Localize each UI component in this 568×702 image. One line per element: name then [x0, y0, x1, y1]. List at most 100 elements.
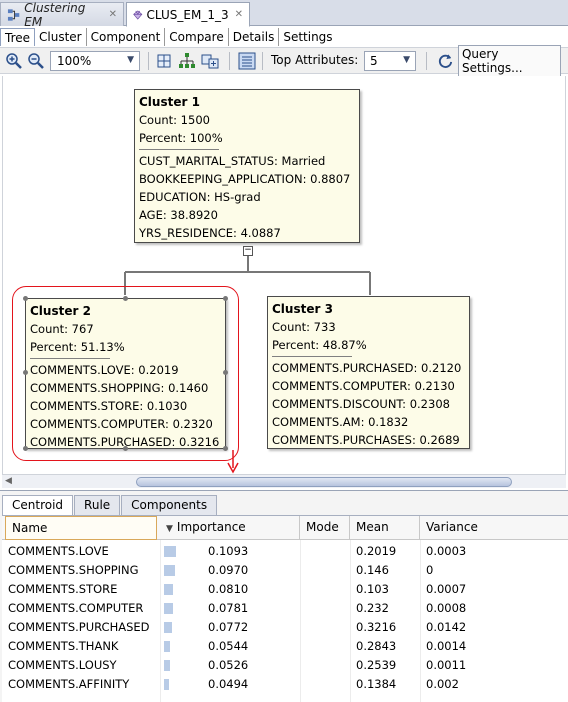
expand-nodes-icon[interactable] — [201, 52, 219, 70]
cell-name: COMMENTS.PURCHASED — [8, 620, 150, 634]
cell-mean: 0.2843 — [356, 639, 397, 653]
table-row[interactable]: COMMENTS.AFFINITY 0.0494 0.1384 0.002 — [2, 675, 568, 694]
tab-component[interactable]: Component — [87, 28, 166, 46]
resize-handle[interactable] — [23, 370, 28, 375]
resize-handle[interactable] — [223, 370, 228, 375]
cell-mean: 0.103 — [356, 582, 389, 596]
cell-variance: 0.0011 — [426, 658, 467, 672]
cell-importance: 0.0970 — [208, 563, 249, 577]
close-icon[interactable]: ✕ — [109, 9, 117, 20]
tab-tree[interactable]: Tree — [0, 28, 36, 46]
diamond-icon — [133, 9, 143, 20]
cell-mean: 0.1384 — [356, 677, 397, 691]
cluster-node-2[interactable]: Cluster 2 Count: 767 Percent: 51.13% COM… — [25, 298, 226, 449]
node-title: Cluster 2 — [30, 304, 91, 318]
cell-mode — [300, 599, 350, 618]
toolbar-divider — [229, 52, 230, 70]
table-row[interactable]: COMMENTS.THANK 0.0544 0.2843 0.0014 — [2, 637, 568, 656]
chevron-down-icon: ▼ — [403, 55, 410, 65]
doc-tab-label: Clustering EM — [24, 0, 86, 29]
layout-tree-icon[interactable] — [178, 52, 196, 70]
horizontal-scrollbar[interactable]: ◀ — [2, 474, 566, 488]
node-divider — [139, 149, 219, 150]
cell-mean: 0.2539 — [356, 658, 397, 672]
doc-tab-clustering-em[interactable]: Clustering EM ✕ — [0, 0, 124, 29]
node-divider — [272, 356, 352, 357]
cell-name: COMMENTS.SHOPPING — [8, 563, 139, 577]
node-percent: Percent: 51.13% — [30, 340, 125, 354]
table-row[interactable]: COMMENTS.STORE 0.0810 0.103 0.0007 — [2, 580, 568, 599]
toolbar: 100% ▼ Top Attributes: 5 ▼ Query Setting… — [0, 45, 568, 77]
scrollbar-thumb[interactable] — [136, 477, 512, 487]
close-icon[interactable]: ✕ — [235, 9, 243, 20]
cell-mean: 0.3216 — [356, 620, 397, 634]
cell-importance: 0.0781 — [208, 601, 249, 615]
table-row[interactable]: COMMENTS.PURCHASED 0.0772 0.3216 0.0142 — [2, 618, 568, 637]
column-header-variance[interactable]: Variance — [420, 516, 568, 540]
column-header-mode[interactable]: Mode — [300, 516, 350, 540]
column-header-name[interactable]: Name — [5, 516, 157, 540]
table-row[interactable]: COMMENTS.COMPUTER 0.0781 0.232 0.0008 — [2, 599, 568, 618]
zoom-in-icon[interactable] — [5, 52, 23, 70]
node-title: Cluster 3 — [272, 302, 333, 316]
document-tab-bar: Clustering EM ✕ CLUS_EM_1_3 ✕ — [0, 0, 568, 29]
cell-variance: 0.0014 — [426, 639, 467, 653]
centroid-grid: Name ▼ Importance Mode Mean Variance COMM… — [2, 515, 568, 702]
tab-details[interactable]: Details — [229, 28, 280, 46]
node-divider — [30, 358, 110, 359]
show-details-icon[interactable] — [238, 52, 256, 70]
cell-variance: 0.0007 — [426, 582, 467, 596]
cell-importance: 0.0494 — [208, 677, 249, 691]
resize-handle[interactable] — [23, 446, 28, 451]
cell-importance: 0.0544 — [208, 639, 249, 653]
tab-centroid[interactable]: Centroid — [2, 495, 74, 515]
scroll-left-icon[interactable]: ◀ — [5, 476, 12, 486]
tab-compare[interactable]: Compare — [165, 28, 229, 46]
doc-tab-label: CLUS_EM_1_3 — [146, 7, 229, 22]
node-title: Cluster 1 — [139, 95, 200, 109]
detail-tab-bar: Centroid Rule Components — [2, 495, 218, 515]
resize-handle[interactable] — [123, 296, 128, 301]
column-header-mean[interactable]: Mean — [350, 516, 420, 540]
tree-canvas[interactable]: Cluster 1 Count: 1500 Percent: 100% CUST… — [2, 76, 566, 474]
collapse-toggle[interactable]: − — [243, 246, 253, 256]
node-attribute: COMMENTS.COMPUTER: 0.2320 — [30, 417, 213, 431]
cluster-node-3[interactable]: Cluster 3 Count: 733 Percent: 48.87% COM… — [267, 296, 470, 449]
table-row[interactable]: COMMENTS.SHOPPING 0.0970 0.146 0 — [2, 561, 568, 580]
cluster-node-1[interactable]: Cluster 1 Count: 1500 Percent: 100% CUST… — [134, 89, 360, 243]
cell-name: COMMENTS.STORE — [8, 582, 118, 596]
annotation-arrow — [227, 450, 239, 474]
cell-mode — [300, 542, 350, 561]
doc-tab-clus-em[interactable]: CLUS_EM_1_3 ✕ — [126, 2, 250, 27]
node-attribute: COMMENTS.LOVE: 0.2019 — [30, 363, 179, 377]
node-attribute: COMMENTS.COMPUTER: 0.2130 — [272, 379, 455, 393]
zoom-dropdown[interactable]: 100% ▼ — [50, 51, 140, 71]
zoom-out-icon[interactable] — [27, 52, 45, 70]
cell-name: COMMENTS.LOUSY — [8, 658, 117, 672]
zoom-value: 100% — [57, 54, 92, 68]
top-attributes-dropdown[interactable]: 5 ▼ — [364, 51, 416, 71]
column-header-importance[interactable]: ▼ Importance — [160, 516, 300, 540]
node-attribute: CUST_MARITAL_STATUS: Married — [139, 154, 326, 168]
cell-variance: 0.0142 — [426, 620, 467, 634]
query-settings-button[interactable]: Query Settings... — [437, 45, 561, 77]
node-percent: Percent: 48.87% — [272, 338, 367, 352]
cell-name: COMMENTS.COMPUTER — [8, 601, 144, 615]
fit-to-window-icon[interactable] — [155, 52, 173, 70]
cell-mode — [300, 675, 350, 694]
resize-handle[interactable] — [23, 296, 28, 301]
chevron-down-icon: ▼ — [127, 55, 134, 65]
table-row[interactable]: COMMENTS.LOVE 0.1093 0.2019 0.0003 — [2, 542, 568, 561]
table-row[interactable]: COMMENTS.LOUSY 0.0526 0.2539 0.0011 — [2, 656, 568, 675]
node-attribute: AGE: 38.8920 — [139, 208, 218, 222]
tab-settings[interactable]: Settings — [279, 28, 336, 46]
tab-cluster[interactable]: Cluster — [35, 28, 87, 46]
node-count: Count: 767 — [30, 322, 94, 336]
cell-variance: 0.0008 — [426, 601, 467, 615]
resize-handle[interactable] — [223, 296, 228, 301]
refresh-settings-icon — [438, 54, 453, 68]
resize-handle[interactable] — [123, 446, 128, 451]
top-attributes-value: 5 — [370, 54, 378, 68]
tab-rule[interactable]: Rule — [74, 495, 121, 515]
tab-components[interactable]: Components — [121, 495, 218, 515]
